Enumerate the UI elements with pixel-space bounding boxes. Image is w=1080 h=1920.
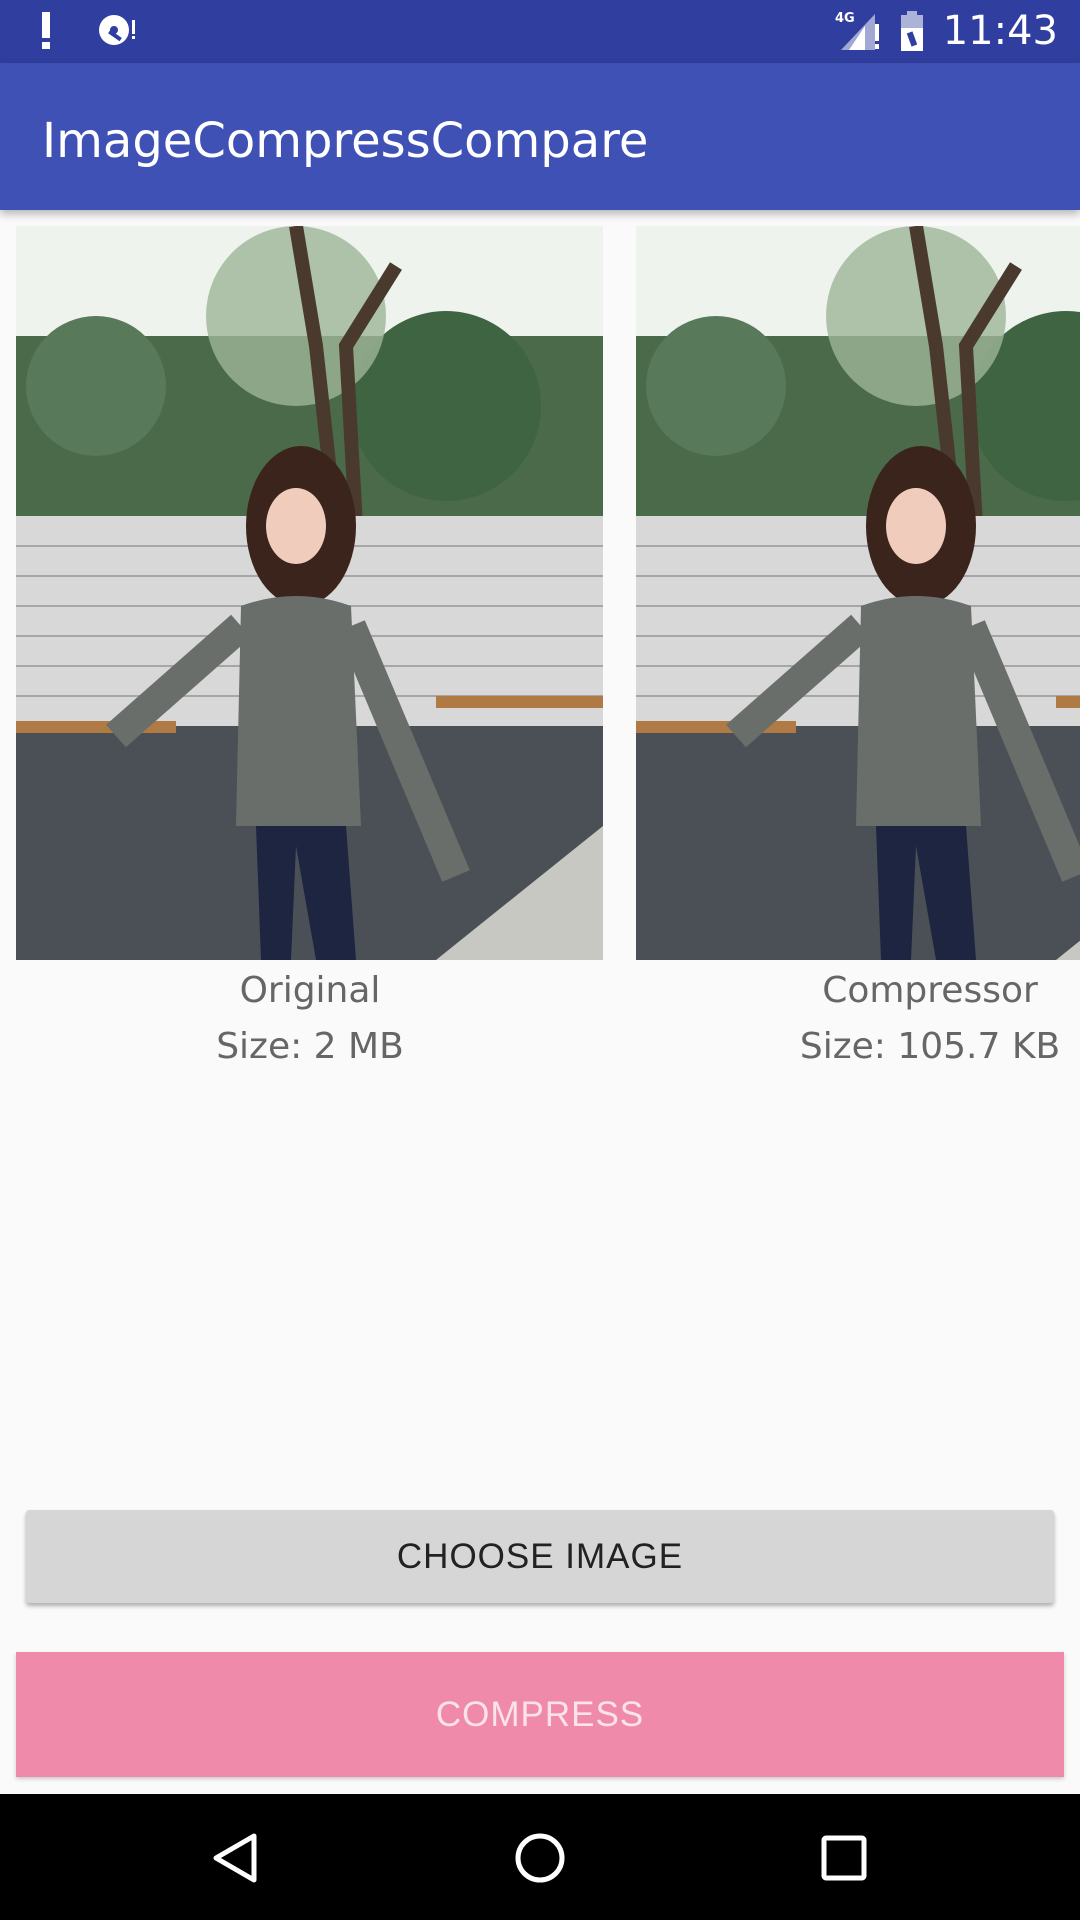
recents-icon[interactable] [816,1830,872,1886]
back-icon[interactable] [208,1830,264,1886]
compressed-label: Compressor [822,970,1038,1011]
signal-icon: 4G [835,11,879,50]
network-label: 4G [835,11,855,26]
compressed-image [636,226,1080,960]
compress-button[interactable]: COMPRESS [16,1652,1064,1777]
choose-image-button[interactable]: CHOOSE IMAGE [26,1510,1054,1603]
sd-card-icon [99,15,135,45]
original-label: Original [239,970,381,1011]
battery-icon [900,11,923,51]
navigation-bar [0,1794,1080,1920]
app-title: ImageCompressCompare [42,113,649,169]
status-bar: 4G 11:43 [0,0,1080,63]
app-bar: ImageCompressCompare [0,63,1080,210]
alert-icon [42,12,50,49]
compressed-size: Size: 105.7 KB [799,1026,1061,1067]
clock: 11:43 [942,8,1058,54]
original-size: Size: 2 MB [216,1026,404,1067]
home-icon[interactable] [512,1830,568,1886]
original-image [16,226,603,960]
